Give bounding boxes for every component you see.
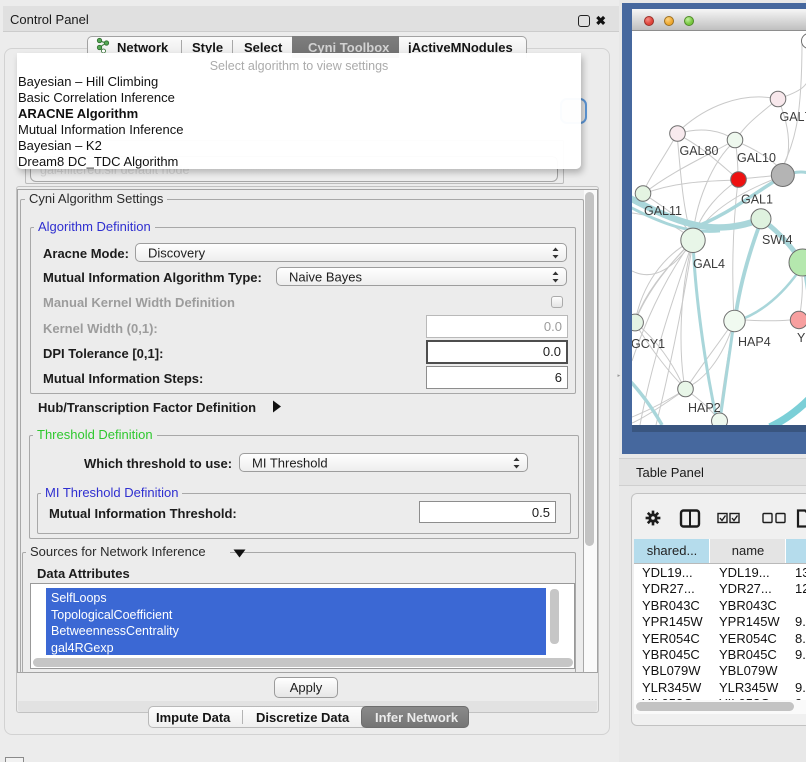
- svg-text:GAL11: GAL11: [644, 204, 682, 218]
- svg-text:GAL4: GAL4: [693, 257, 725, 271]
- svg-text:Y: Y: [797, 331, 806, 345]
- svg-text:HAP4: HAP4: [738, 335, 771, 349]
- svg-text:SWI4: SWI4: [762, 233, 793, 247]
- svg-text:GAL80: GAL80: [680, 144, 719, 158]
- svg-text:GCY1: GCY1: [632, 337, 665, 351]
- svg-text:HAP2: HAP2: [688, 401, 721, 415]
- svg-text:GAL10: GAL10: [737, 151, 776, 165]
- svg-text:GAL1: GAL1: [741, 193, 773, 207]
- svg-text:GAL7: GAL7: [780, 110, 806, 124]
